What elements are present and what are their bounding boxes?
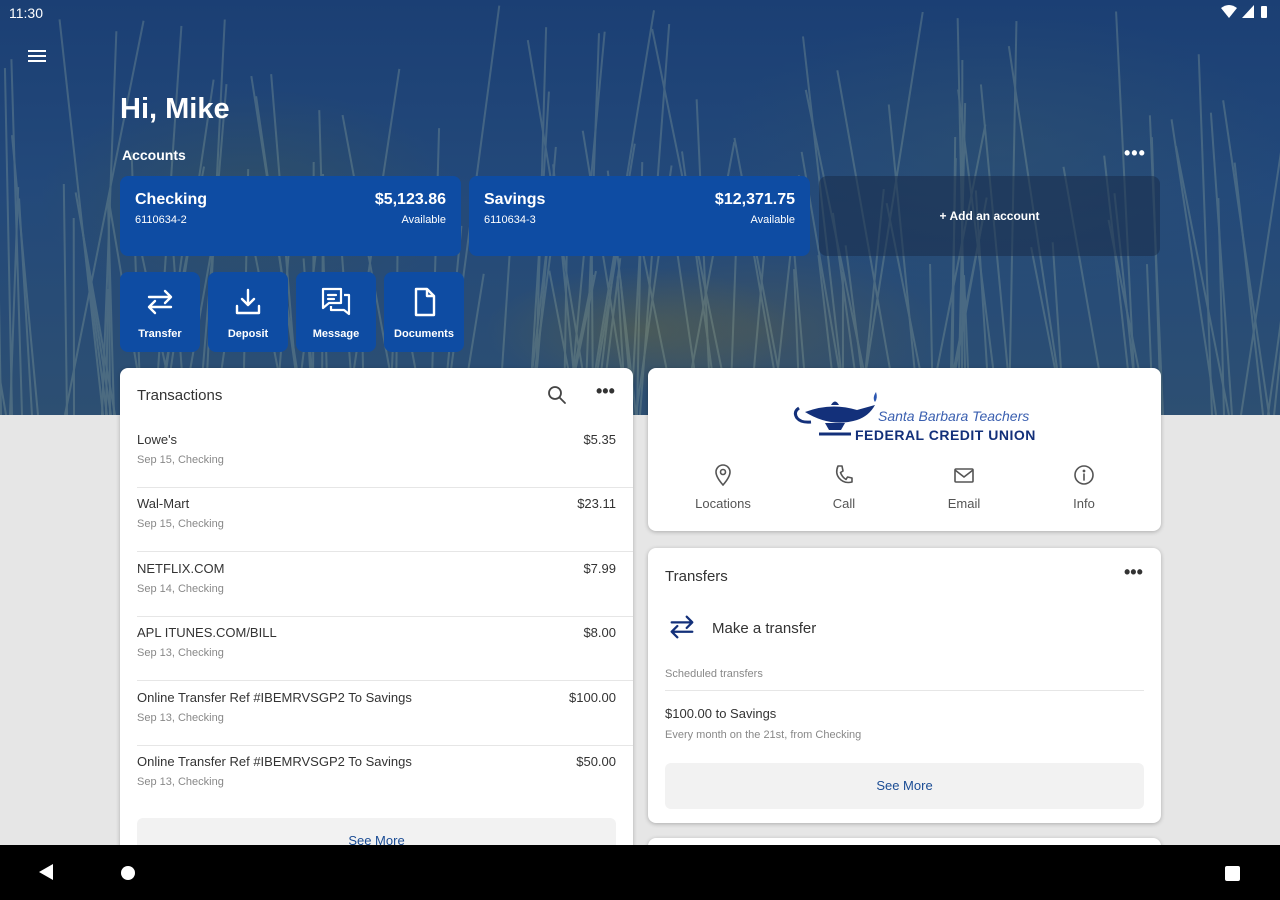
- account-number: 6110634-2: [135, 214, 187, 226]
- transaction-detail: Sep 15, Checking: [137, 518, 224, 530]
- transfers-more-button[interactable]: •••: [1124, 562, 1143, 583]
- phone-icon: [835, 465, 853, 484]
- documents-button[interactable]: Documents: [384, 272, 464, 352]
- locations-label: Locations: [695, 496, 751, 511]
- info-button[interactable]: Info: [1034, 464, 1134, 511]
- scheduled-transfer-title[interactable]: $100.00 to Savings: [665, 706, 776, 721]
- transaction-merchant: NETFLIX.COM: [137, 561, 225, 576]
- email-label: Email: [947, 496, 981, 511]
- transaction-amount: $100.00: [569, 690, 616, 705]
- message-icon: [321, 287, 351, 316]
- status-time: 11:30: [9, 5, 43, 21]
- transaction-merchant: APL ITUNES.COM/BILL: [137, 625, 277, 640]
- recent-apps-icon[interactable]: [1225, 866, 1240, 881]
- transaction-amount: $50.00: [576, 754, 616, 769]
- account-balance-label: Available: [750, 214, 795, 226]
- scheduled-transfer-detail: Every month on the 21st, from Checking: [665, 729, 862, 741]
- greeting: Hi, Mike: [120, 93, 230, 125]
- make-transfer-label: Make a transfer: [712, 620, 817, 637]
- account-balance-label: Available: [401, 214, 446, 226]
- transactions-card: Transactions ••• Lowe's Sep 15, Checking…: [120, 368, 633, 858]
- divider: [137, 680, 633, 681]
- transaction-row[interactable]: Online Transfer Ref #IBEMRVSGP2 To Savin…: [120, 682, 633, 746]
- transaction-row[interactable]: APL ITUNES.COM/BILL Sep 13, Checking $8.…: [120, 617, 633, 681]
- transactions-title: Transactions: [137, 387, 223, 404]
- transaction-row[interactable]: NETFLIX.COM Sep 14, Checking $7.99: [120, 553, 633, 617]
- menu-button[interactable]: [26, 47, 48, 65]
- transfers-title: Transfers: [665, 568, 728, 585]
- transaction-detail: Sep 15, Checking: [137, 454, 224, 466]
- info-label: Info: [1073, 496, 1095, 511]
- transaction-amount: $5.35: [583, 432, 616, 447]
- email-icon: [954, 468, 974, 483]
- transaction-row[interactable]: Wal-Mart Sep 15, Checking $23.11: [120, 488, 633, 552]
- transfer-button[interactable]: Transfer: [120, 272, 200, 352]
- location-pin-icon: [715, 464, 731, 486]
- call-button[interactable]: Call: [794, 464, 894, 511]
- transaction-amount: $23.11: [577, 496, 616, 511]
- status-icons: [1220, 5, 1268, 21]
- transaction-detail: Sep 13, Checking: [137, 647, 224, 659]
- transaction-row[interactable]: Lowe's Sep 15, Checking $5.35: [120, 424, 633, 488]
- accounts-more-button[interactable]: •••: [1124, 143, 1146, 164]
- grass-blade: [63, 184, 69, 415]
- status-bar: 11:30: [0, 0, 1280, 26]
- documents-label: Documents: [394, 328, 454, 340]
- transfers-see-more-button[interactable]: See More: [665, 763, 1144, 809]
- message-button[interactable]: Message: [296, 272, 376, 352]
- grass-blade: [1170, 119, 1217, 415]
- grass-blade: [72, 217, 75, 415]
- transaction-detail: Sep 13, Checking: [137, 776, 224, 788]
- transaction-merchant: Online Transfer Ref #IBEMRVSGP2 To Savin…: [137, 754, 412, 769]
- add-account-button[interactable]: + Add an account: [819, 176, 1160, 256]
- email-button[interactable]: Email: [914, 464, 1014, 511]
- transfer-icon: [147, 289, 173, 315]
- deposit-icon: [235, 288, 261, 315]
- divider: [137, 551, 633, 552]
- info-icon: [1074, 465, 1094, 485]
- scheduled-transfers-label: Scheduled transfers: [665, 668, 763, 680]
- deposit-button[interactable]: Deposit: [208, 272, 288, 352]
- grass-blade: [1197, 54, 1213, 415]
- transaction-amount: $8.00: [583, 625, 616, 640]
- make-transfer-button[interactable]: Make a transfer: [665, 610, 1144, 646]
- back-icon[interactable]: [39, 864, 53, 880]
- transfer-label: Transfer: [138, 328, 182, 340]
- transaction-detail: Sep 14, Checking: [137, 583, 224, 595]
- transaction-row[interactable]: Online Transfer Ref #IBEMRVSGP2 To Savin…: [120, 746, 633, 810]
- signal-icon: [1242, 5, 1255, 18]
- message-label: Message: [312, 328, 360, 340]
- credit-union-card: Santa Barbara Teachers FEDERAL CREDIT UN…: [648, 368, 1161, 531]
- transactions-more-button[interactable]: •••: [596, 381, 615, 402]
- account-card-checking[interactable]: Checking 6110634-2 $5,123.86 Available: [120, 176, 461, 256]
- transaction-merchant: Online Transfer Ref #IBEMRVSGP2 To Savin…: [137, 690, 412, 705]
- account-name: Savings: [484, 191, 546, 208]
- transaction-merchant: Wal-Mart: [137, 496, 190, 511]
- document-icon: [414, 287, 436, 317]
- credit-union-name-script: Santa Barbara Teachers: [878, 408, 1030, 424]
- call-label: Call: [832, 496, 856, 511]
- search-icon[interactable]: [547, 385, 567, 405]
- divider: [665, 690, 1144, 691]
- transaction-amount: $7.99: [583, 561, 616, 576]
- deposit-label: Deposit: [227, 328, 269, 340]
- transfers-card: Transfers ••• Make a transfer Scheduled …: [648, 548, 1161, 823]
- wifi-icon: [1220, 5, 1237, 18]
- transaction-detail: Sep 13, Checking: [137, 712, 224, 724]
- system-navigation-bar: [0, 845, 1280, 900]
- credit-union-name: FEDERAL CREDIT UNION: [855, 427, 1036, 443]
- account-card-savings[interactable]: Savings 6110634-3 $12,371.75 Available: [469, 176, 810, 256]
- locations-button[interactable]: Locations: [673, 464, 773, 511]
- battery-icon: [1261, 6, 1267, 18]
- transaction-merchant: Lowe's: [137, 432, 178, 447]
- menu-icon: [28, 50, 46, 52]
- accounts-label: Accounts: [122, 147, 186, 163]
- home-icon[interactable]: [121, 866, 135, 880]
- account-balance: $12,371.75: [714, 191, 795, 208]
- account-balance: $5,123.86: [374, 191, 446, 208]
- account-number: 6110634-3: [484, 214, 536, 226]
- transfer-icon: [670, 615, 694, 639]
- account-name: Checking: [135, 191, 208, 208]
